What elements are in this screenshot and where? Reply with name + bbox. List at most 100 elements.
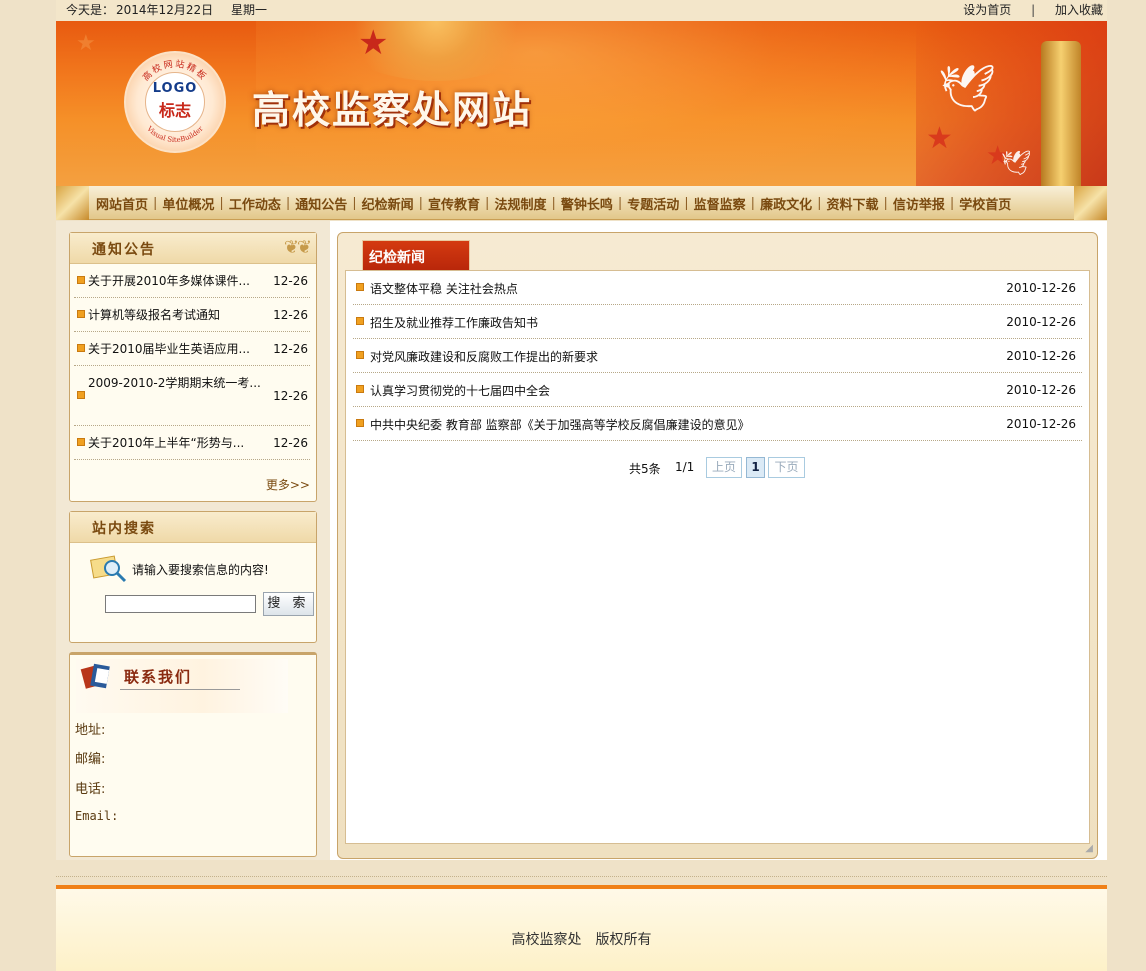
nav-cap-left bbox=[56, 186, 89, 220]
copyright: 高校监察处 版权所有 bbox=[511, 932, 652, 948]
nav-item[interactable]: 学校首页 bbox=[955, 194, 1015, 213]
bullet-icon bbox=[356, 351, 364, 359]
site-title: 高校监察处网站 bbox=[252, 87, 533, 132]
notice-more-link[interactable]: 更多>> bbox=[266, 476, 310, 493]
resize-grip-icon: ◢ bbox=[1085, 843, 1093, 854]
logo-en: LOGO bbox=[152, 81, 198, 96]
notice-item-title[interactable]: 关于开展2010年多媒体课件... bbox=[88, 272, 272, 290]
nav-item[interactable]: 警钟长鸣 bbox=[557, 194, 617, 213]
bullet-icon bbox=[77, 391, 85, 399]
news-item-title[interactable]: 对党风廉政建设和反腐败工作提出的新要求 bbox=[370, 348, 598, 365]
notice-title: 通知公告 bbox=[92, 242, 156, 258]
notice-item[interactable]: 关于2010年上半年“形势与... 12-26 bbox=[74, 426, 310, 460]
next-page-button[interactable]: 下页 bbox=[768, 457, 805, 478]
bullet-icon bbox=[77, 310, 85, 318]
notice-item[interactable]: 关于开展2010年多媒体课件... 12-26 bbox=[74, 264, 310, 298]
book-icon bbox=[80, 663, 110, 689]
contact-divider bbox=[120, 689, 240, 690]
contact-header: 联系我们 bbox=[76, 659, 288, 713]
footer-divider bbox=[56, 876, 1107, 877]
news-content: 语文整体平稳 关注社会热点 2010-12-26 招生及就业推荐工作廉政告知书 201… bbox=[345, 270, 1090, 844]
notice-item-date: 12-26 bbox=[273, 436, 308, 450]
nav-item[interactable]: 资料下载 bbox=[822, 194, 882, 213]
news-item-date: 2010-12-26 bbox=[1006, 315, 1076, 329]
date-display: 今天是： 2014年12月22日 星期一 bbox=[66, 0, 281, 21]
bullet-icon bbox=[356, 283, 364, 291]
main-nav: 网站首页 | 单位概况 | 工作动态 | 通知公告 | 纪检新闻 | 宣传教育 | 法规制度 | 警钟长鸣 |… bbox=[56, 186, 1107, 220]
news-item[interactable]: 认真学习贯彻党的十七届四中全会 2010-12-26 bbox=[353, 373, 1082, 407]
search-header: 站内搜索 bbox=[70, 512, 316, 543]
news-item-date: 2010-12-26 bbox=[1006, 349, 1076, 363]
add-favorite-link[interactable]: 加入收藏 bbox=[1055, 3, 1103, 17]
notice-list: 关于开展2010年多媒体课件... 12-26 计算机等级报名考试通知 12-26 关于… bbox=[74, 264, 310, 460]
huabiao-pillar-icon bbox=[1041, 41, 1081, 186]
nav-item[interactable]: 宣传教育 bbox=[424, 194, 484, 213]
contact-box: 联系我们 地址: 邮编: 电话: Email: bbox=[69, 652, 317, 857]
nav-item[interactable]: 通知公告 bbox=[291, 194, 351, 213]
news-item-title[interactable]: 认真学习贯彻党的十七届四中全会 bbox=[370, 382, 550, 399]
nav-list: 网站首页 | 单位概况 | 工作动态 | 通知公告 | 纪检新闻 | 宣传教育 | 法规制度 | 警钟长鸣 |… bbox=[92, 186, 1015, 220]
notice-item-title[interactable]: 计算机等级报名考试通知 bbox=[88, 306, 272, 324]
scroll-ornament-icon: ❦❦ bbox=[283, 237, 312, 258]
contact-email: Email: bbox=[75, 809, 119, 823]
news-item-title[interactable]: 招生及就业推荐工作廉政告知书 bbox=[370, 314, 538, 331]
bullet-icon bbox=[356, 419, 364, 427]
news-item[interactable]: 语文整体平稳 关注社会热点 2010-12-26 bbox=[353, 271, 1082, 305]
banner: ★ ★ ★ ★ 🕊 🕊 高校网站精板 Visual SiteBuilder LO… bbox=[56, 21, 1107, 186]
prev-page-button[interactable]: 上页 bbox=[706, 457, 742, 478]
nav-item[interactable]: 监督监察 bbox=[690, 194, 750, 213]
notice-item-date: 12-26 bbox=[273, 274, 308, 288]
date-label: 今天是： bbox=[66, 3, 115, 17]
nav-item[interactable]: 专题活动 bbox=[623, 194, 683, 213]
contact-title: 联系我们 bbox=[124, 668, 193, 686]
notice-item[interactable]: 计算机等级报名考试通知 12-26 bbox=[74, 298, 310, 332]
notice-item-title[interactable]: 2009-2010-2学期期末统一考... bbox=[88, 374, 272, 410]
star-icon: ★ bbox=[358, 23, 389, 63]
contact-postcode: 邮编: bbox=[75, 752, 106, 767]
search-hint: 请输入要搜索信息的内容! bbox=[132, 563, 269, 577]
notice-item-date: 12-26 bbox=[273, 389, 308, 403]
notice-item-title[interactable]: 关于2010届毕业生英语应用... bbox=[88, 340, 272, 358]
nav-item[interactable]: 法规制度 bbox=[490, 194, 550, 213]
tab-discipline-news[interactable]: 纪检新闻 bbox=[362, 240, 470, 271]
set-home-link[interactable]: 设为首页 bbox=[963, 3, 1011, 17]
current-page-button[interactable]: 1 bbox=[746, 457, 765, 478]
footer: 高校监察处 版权所有 bbox=[56, 889, 1107, 971]
search-box: 站内搜索 请输入要搜索信息的内容! 搜 索 bbox=[69, 511, 317, 643]
bullet-icon bbox=[77, 344, 85, 352]
news-item[interactable]: 招生及就业推荐工作廉政告知书 2010-12-26 bbox=[353, 305, 1082, 339]
dove-icon: 🕊 bbox=[938, 61, 997, 115]
news-item-date: 2010-12-26 bbox=[1006, 383, 1076, 397]
nav-item[interactable]: 廉政文化 bbox=[756, 194, 816, 213]
nav-item[interactable]: 单位概况 bbox=[158, 194, 218, 213]
notice-item[interactable]: 关于2010届毕业生英语应用... 12-26 bbox=[74, 332, 310, 366]
notice-item-date: 12-26 bbox=[273, 342, 308, 356]
notice-item[interactable]: 2009-2010-2学期期末统一考... 12-26 bbox=[74, 366, 310, 426]
bullet-icon bbox=[77, 438, 85, 446]
pager-total: 共5条 bbox=[629, 462, 661, 476]
news-item[interactable]: 中共中央纪委 教育部 监察部《关于加强高等学校反腐倡廉建设的意见》 2010-12… bbox=[353, 407, 1082, 441]
search-button[interactable]: 搜 索 bbox=[263, 592, 314, 616]
news-item-title[interactable]: 语文整体平稳 关注社会热点 bbox=[370, 280, 518, 297]
nav-item[interactable]: 工作动态 bbox=[225, 194, 285, 213]
nav-item[interactable]: 信访举报 bbox=[889, 194, 949, 213]
notice-item-title[interactable]: 关于2010年上半年“形势与... bbox=[88, 434, 272, 452]
logo-inner: LOGO 标志 bbox=[145, 72, 205, 132]
news-item[interactable]: 对党风廉政建设和反腐败工作提出的新要求 2010-12-26 bbox=[353, 339, 1082, 373]
bullet-icon bbox=[356, 317, 364, 325]
contact-address: 地址: bbox=[75, 723, 106, 738]
news-item-title[interactable]: 中共中央纪委 教育部 监察部《关于加强高等学校反腐倡廉建设的意见》 bbox=[370, 416, 750, 433]
magnifier-icon bbox=[90, 555, 127, 583]
news-list: 语文整体平稳 关注社会热点 2010-12-26 招生及就业推荐工作廉政告知书 201… bbox=[353, 271, 1082, 441]
news-item-date: 2010-12-26 bbox=[1006, 281, 1076, 295]
star-icon: ★ bbox=[76, 31, 96, 56]
date-value: 2014年12月22日 bbox=[116, 3, 214, 17]
bullet-icon bbox=[356, 385, 364, 393]
weekday: 星期一 bbox=[230, 3, 267, 17]
search-title: 站内搜索 bbox=[92, 521, 156, 537]
site-logo[interactable]: 高校网站精板 Visual SiteBuilder LOGO 标志 bbox=[124, 51, 226, 153]
nav-item[interactable]: 纪检新闻 bbox=[358, 194, 418, 213]
nav-item[interactable]: 网站首页 bbox=[92, 194, 152, 213]
page: 今天是： 2014年12月22日 星期一 设为首页 | 加入收藏 ★ ★ ★ ★ … bbox=[56, 0, 1107, 971]
search-input[interactable] bbox=[105, 595, 256, 613]
